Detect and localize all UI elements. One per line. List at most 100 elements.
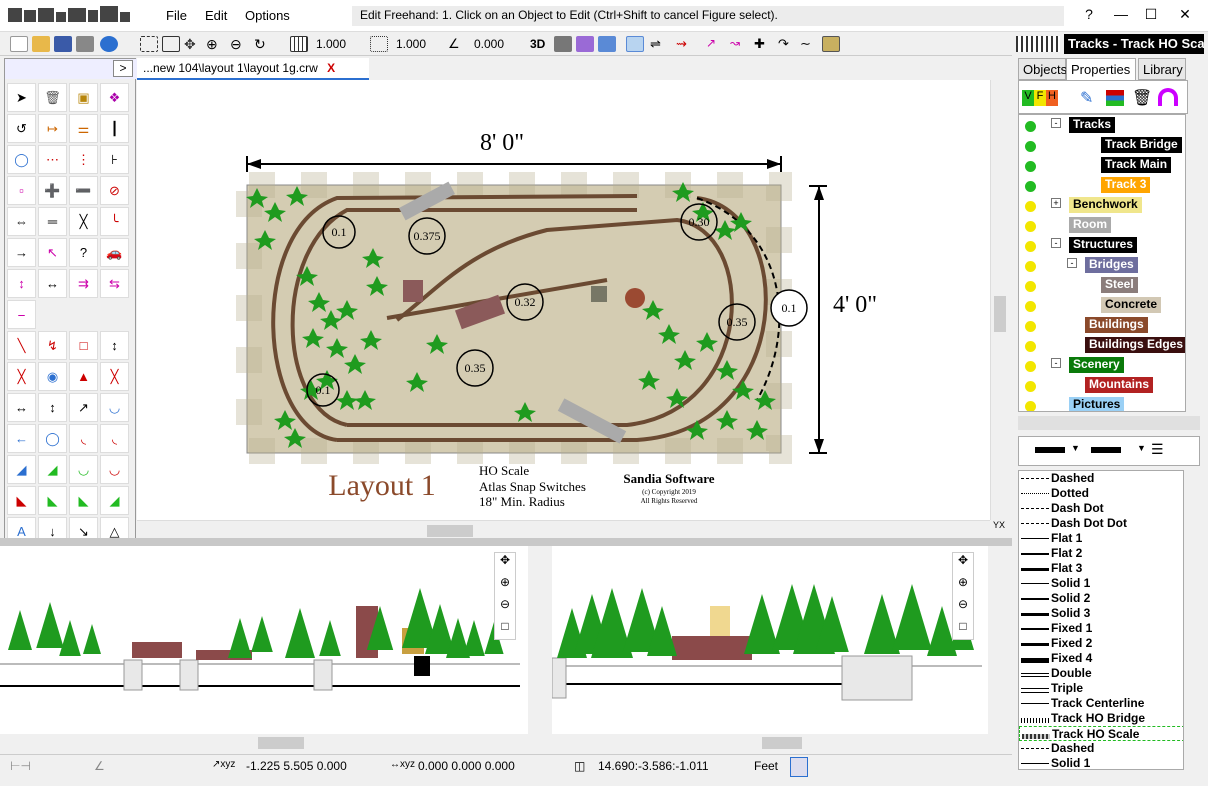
palette-tool-icon[interactable]: ⋮ — [69, 145, 98, 174]
visible-column-header[interactable]: V — [1022, 90, 1034, 106]
view-axis-toggle[interactable]: YX — [990, 520, 1008, 538]
tab-objects[interactable]: Objects — [1018, 58, 1067, 80]
help-button[interactable]: ? — [1078, 6, 1100, 22]
palette-tool-icon[interactable]: ◉ — [38, 362, 67, 391]
plan-view[interactable]: 8' 0" 4' 0" 0.1 0.375 0.30 0.32 0.1 0.35 0.35 0… — [137, 80, 990, 520]
palette-tool-icon[interactable]: ➤ — [7, 83, 36, 112]
plan-vertical-scrollbar[interactable] — [990, 80, 1008, 520]
layer-colors-icon[interactable] — [1106, 90, 1124, 106]
visibility-lamp-icon[interactable] — [1025, 381, 1036, 392]
line-style-item[interactable]: Double — [1019, 666, 1183, 681]
zoom-window-icon[interactable]: □ — [953, 619, 973, 641]
visibility-lamp-icon[interactable] — [1025, 161, 1036, 172]
redraw-icon[interactable]: ↻ — [254, 36, 272, 52]
expand-toggle-icon[interactable]: - — [1051, 118, 1061, 128]
document-tab[interactable]: ...new 104\layout 1\layout 1g.crw X — [137, 58, 369, 80]
palette-tool-icon[interactable]: □ — [69, 331, 98, 360]
palette-collapse-button[interactable]: > — [113, 60, 133, 77]
menu-edit[interactable]: Edit — [205, 8, 227, 23]
measure-icon[interactable]: ↷ — [778, 36, 796, 52]
visibility-lamp-icon[interactable] — [1025, 241, 1036, 252]
palette-tool-icon[interactable]: ↗ — [69, 393, 98, 422]
print-icon[interactable] — [76, 36, 94, 52]
hide-column-header[interactable]: H — [1046, 90, 1058, 106]
palette-tool-icon[interactable]: ↯ — [38, 331, 67, 360]
layer-tree-row[interactable]: Track Main — [1019, 155, 1185, 175]
right-side-vscrollbar[interactable] — [988, 546, 1006, 734]
right-side-hscroll-thumb[interactable] — [762, 737, 802, 749]
palette-tool-icon[interactable]: ◟ — [69, 424, 98, 453]
palette-tool-icon[interactable]: 🚗 — [100, 238, 129, 267]
line-style-item[interactable]: Solid 1 — [1019, 576, 1183, 591]
layer-tree-row[interactable]: + Benchwork — [1019, 195, 1185, 215]
palette-tool-icon[interactable]: ═ — [38, 207, 67, 236]
layer-tree-row[interactable]: Mountains — [1019, 375, 1185, 395]
line-style-item[interactable]: Flat 2 — [1019, 546, 1183, 561]
palette-tool-icon[interactable]: → — [7, 238, 36, 267]
line-style-item[interactable]: Track Centerline — [1019, 696, 1183, 711]
line-style-item[interactable]: Fixed 1 — [1019, 621, 1183, 636]
palette-tool-icon[interactable]: ┃ — [100, 114, 129, 143]
visibility-lamp-icon[interactable] — [1025, 401, 1036, 411]
palette-tool-icon[interactable]: ⇔ — [7, 207, 36, 236]
line-style-item[interactable]: Solid 2 — [1019, 591, 1183, 606]
line-weight-dropdown[interactable] — [1035, 447, 1065, 453]
visibility-lamp-icon[interactable] — [1025, 321, 1036, 332]
open-folder-icon[interactable] — [32, 36, 50, 52]
palette-tool-icon[interactable]: ╳ — [100, 362, 129, 391]
tab-properties[interactable]: Properties — [1066, 58, 1136, 80]
visibility-lamp-icon[interactable] — [1025, 201, 1036, 212]
palette-tool-icon[interactable]: ⇆ — [100, 269, 129, 298]
zoom-in-icon[interactable]: ⊕ — [206, 36, 224, 52]
palette-tool-icon[interactable]: ╳ — [7, 362, 36, 391]
freeze-column-header[interactable]: F — [1034, 90, 1046, 106]
zoom-out-icon[interactable]: ⊖ — [495, 597, 515, 619]
layer-tree-row[interactable]: - Bridges — [1019, 255, 1185, 275]
palette-tool-icon[interactable]: ↕ — [100, 331, 129, 360]
grade-icon[interactable]: ↝ — [730, 36, 748, 52]
layer-tree-row[interactable]: Buildings Edges — [1019, 335, 1185, 355]
left-side-vscrollbar[interactable] — [528, 546, 546, 734]
visibility-lamp-icon[interactable] — [1025, 181, 1036, 192]
side-view-left[interactable] — [0, 546, 528, 734]
zoom-extents-icon[interactable] — [162, 36, 180, 52]
maximize-button[interactable]: ☐ — [1140, 6, 1162, 23]
grid-icon[interactable] — [290, 36, 308, 52]
palette-tool-icon[interactable]: ╲ — [7, 331, 36, 360]
palette-tool-icon[interactable]: ◡ — [100, 455, 129, 484]
palette-tool-icon[interactable]: ◡ — [100, 393, 129, 422]
visibility-lamp-icon[interactable] — [1025, 361, 1036, 372]
palette-tool-icon[interactable]: ➕ — [38, 176, 67, 205]
layer-tree-row[interactable]: - Structures — [1019, 235, 1185, 255]
grid-value[interactable]: 1.000 — [316, 37, 346, 51]
palette-tool-icon[interactable]: ╳ — [69, 207, 98, 236]
line-style-item[interactable]: Dotted — [1019, 486, 1183, 501]
plan-vscroll-thumb[interactable] — [994, 296, 1006, 332]
line-style-item[interactable]: Dash Dot Dot — [1019, 516, 1183, 531]
save-icon[interactable] — [54, 36, 72, 52]
angle-value[interactable]: 0.000 — [474, 37, 504, 51]
pan-icon[interactable]: ✥ — [495, 553, 515, 575]
palette-tool-icon[interactable]: ⇉ — [69, 269, 98, 298]
visibility-lamp-icon[interactable] — [1025, 301, 1036, 312]
palette-tool-icon[interactable]: ◣ — [38, 486, 67, 515]
track-join-icon[interactable]: ⇌ — [650, 36, 668, 52]
right-side-hscrollbar[interactable] — [552, 734, 988, 752]
select-window-icon[interactable] — [140, 36, 158, 52]
line-style-item[interactable]: Dash Dot — [1019, 501, 1183, 516]
3d-view-button[interactable]: 3D — [530, 37, 545, 51]
palette-tool-icon[interactable]: ? — [69, 238, 98, 267]
close-window-button[interactable]: ✕ — [1174, 6, 1196, 23]
help-icon[interactable] — [100, 36, 118, 52]
background-image-icon[interactable] — [822, 36, 840, 52]
palette-tool-icon[interactable]: ⎯ — [7, 300, 36, 329]
left-side-hscrollbar[interactable] — [0, 734, 528, 752]
track-split-icon[interactable]: ⇝ — [676, 36, 694, 52]
line-style-item[interactable]: Dashed — [1019, 471, 1183, 486]
layer-tree-scrollbar[interactable] — [1186, 114, 1200, 412]
expand-toggle-icon[interactable]: - — [1051, 358, 1061, 368]
layer-tree-row[interactable]: - Tracks — [1019, 115, 1185, 135]
palette-tool-icon[interactable]: ❖ — [100, 83, 129, 112]
picture-icon[interactable] — [598, 36, 616, 52]
palette-tool-icon[interactable]: ▫ — [7, 176, 36, 205]
